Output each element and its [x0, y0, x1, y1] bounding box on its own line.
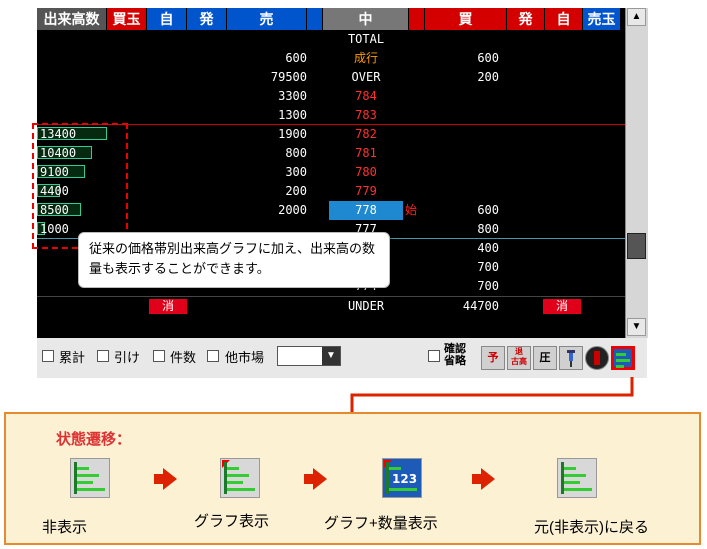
cumulative-label: 累計: [59, 350, 86, 365]
confirm-skip-label: 確認 省略: [444, 343, 466, 367]
header-cell: 中: [323, 8, 409, 30]
connector-line: [350, 377, 634, 415]
sell-qty[interactable]: 1900: [227, 125, 307, 144]
graph-state-icon: [220, 458, 260, 498]
other-market-label: 他市場: [225, 350, 265, 365]
scroll-down-icon[interactable]: ▼: [627, 318, 646, 336]
volume-highlight-box: [32, 123, 128, 249]
buy-qty[interactable]: [427, 87, 499, 106]
sell-qty[interactable]: 消: [149, 299, 187, 314]
buy-qty[interactable]: [427, 30, 499, 49]
buy-qty[interactable]: [427, 106, 499, 125]
count-checkbox[interactable]: [153, 350, 165, 362]
price-cell[interactable]: 783: [329, 106, 403, 125]
modori-button[interactable]: 退 古高: [507, 346, 531, 370]
sell-qty[interactable]: 3300: [227, 87, 307, 106]
buy-qty[interactable]: 600: [427, 201, 499, 220]
price-cell[interactable]: 778: [329, 201, 403, 220]
sell-qty[interactable]: 1300: [227, 106, 307, 125]
header-cell: 売: [227, 8, 307, 30]
sell-qty[interactable]: 600: [227, 49, 307, 68]
buy-qty[interactable]: 700: [427, 258, 499, 277]
confirm-skip-checkbox[interactable]: [428, 350, 440, 362]
buy-qty[interactable]: 800: [427, 220, 499, 239]
buy-qty[interactable]: 400: [427, 239, 499, 258]
pin-icon[interactable]: [559, 346, 583, 370]
stop-icon[interactable]: [585, 346, 609, 370]
price-cell[interactable]: OVER: [329, 68, 403, 87]
price-cell[interactable]: 782: [329, 125, 403, 144]
sell-qty[interactable]: 79500: [227, 68, 307, 87]
volume-graph-toggle-icon[interactable]: [611, 346, 635, 370]
sell-qty[interactable]: 2000: [227, 201, 307, 220]
arrow-1-head-icon: [163, 468, 177, 490]
panel-title: 状態遷移：: [56, 431, 132, 448]
buy-qty[interactable]: 700: [427, 277, 499, 296]
vertical-scrollbar[interactable]: ▲ ▼: [625, 8, 648, 338]
yoyaku-button[interactable]: 予: [481, 346, 505, 370]
buy-qty[interactable]: 600: [427, 49, 499, 68]
sell-qty[interactable]: 800: [227, 144, 307, 163]
header-cell: 発: [507, 8, 545, 30]
board-row[interactable]: 消 UNDER 44700 消: [37, 296, 625, 316]
state-label-hidden: 非表示: [42, 519, 88, 536]
sell-qty[interactable]: 200: [227, 182, 307, 201]
price-cell[interactable]: UNDER: [329, 297, 403, 316]
header-cell: [307, 8, 323, 30]
scroll-up-icon[interactable]: ▲: [627, 8, 646, 26]
hidden-state-icon: [70, 458, 110, 498]
bottom-toolbar: 累計 引け 件数 他市場 ▼ 確認 省略 予 退 古高 圧: [37, 338, 647, 378]
buy-qty[interactable]: [427, 125, 499, 144]
start-marker: 始: [405, 203, 418, 217]
compress-button[interactable]: 圧: [533, 346, 557, 370]
board-row[interactable]: TOTAL: [37, 30, 625, 49]
state-label-graph-number: グラフ+数量表示: [324, 515, 438, 532]
price-cell[interactable]: 780: [329, 163, 403, 182]
header-cell: 自: [545, 8, 583, 30]
market-select[interactable]: ▼: [277, 346, 341, 366]
count-label: 件数: [170, 350, 197, 365]
header-cell: 自: [147, 8, 187, 30]
header-cell: 買: [425, 8, 507, 30]
scroll-thumb[interactable]: [627, 233, 646, 259]
closing-label: 引け: [114, 350, 141, 365]
buy-qty[interactable]: 44700: [427, 297, 499, 316]
sell-qty[interactable]: 300: [227, 163, 307, 182]
graph-number-state-icon: 123: [382, 458, 422, 498]
buy-qty[interactable]: [427, 144, 499, 163]
state-transition-panel: 状態遷移： 123 非表示 グラフ表示 グラフ+数量表示 元(非表示)に戻る: [4, 412, 701, 545]
icon-number-text: 123: [392, 472, 418, 486]
board-row[interactable]: 3300 784: [37, 87, 625, 106]
arrow-3-head-icon: [481, 468, 495, 490]
buy-qty[interactable]: [427, 163, 499, 182]
board-row[interactable]: 600 成行 600: [37, 49, 625, 68]
price-cell[interactable]: TOTAL: [329, 30, 403, 49]
price-cell[interactable]: 784: [329, 87, 403, 106]
price-cell[interactable]: 成行: [329, 49, 403, 68]
header-cell: [409, 8, 425, 30]
other-market-checkbox[interactable]: [207, 350, 219, 362]
buy-qty[interactable]: [427, 182, 499, 201]
order-board: 出来高数 買玉自発売中買発自売玉 TOTAL 600 成行 600 79500 OVER 20…: [37, 8, 648, 378]
board-header: 出来高数 買玉自発売中買発自売玉: [37, 8, 621, 30]
price-cell[interactable]: 781: [329, 144, 403, 163]
back-hidden-state-icon: [557, 458, 597, 498]
closing-checkbox[interactable]: [97, 350, 109, 362]
arrow-2-head-icon: [313, 468, 327, 490]
state-label-back: 元(非表示)に戻る: [534, 519, 649, 536]
sell-qty[interactable]: [227, 30, 307, 49]
tooltip: 従来の価格帯別出来高グラフに加え、出来高の数量も表示することができます。: [78, 232, 390, 288]
dropdown-arrow-icon[interactable]: ▼: [322, 347, 340, 365]
buy-qty[interactable]: 200: [427, 68, 499, 87]
price-cell[interactable]: 779: [329, 182, 403, 201]
cumulative-checkbox[interactable]: [42, 350, 54, 362]
state-label-graph: グラフ表示: [194, 513, 270, 530]
header-cell: 発: [187, 8, 227, 30]
header-cell: 買玉: [107, 8, 147, 30]
header-cell: 出来高数: [37, 8, 107, 30]
cancel-buy-button[interactable]: 消: [543, 299, 581, 314]
board-row[interactable]: 79500 OVER 200: [37, 68, 625, 87]
header-cell: 売玉: [583, 8, 621, 30]
